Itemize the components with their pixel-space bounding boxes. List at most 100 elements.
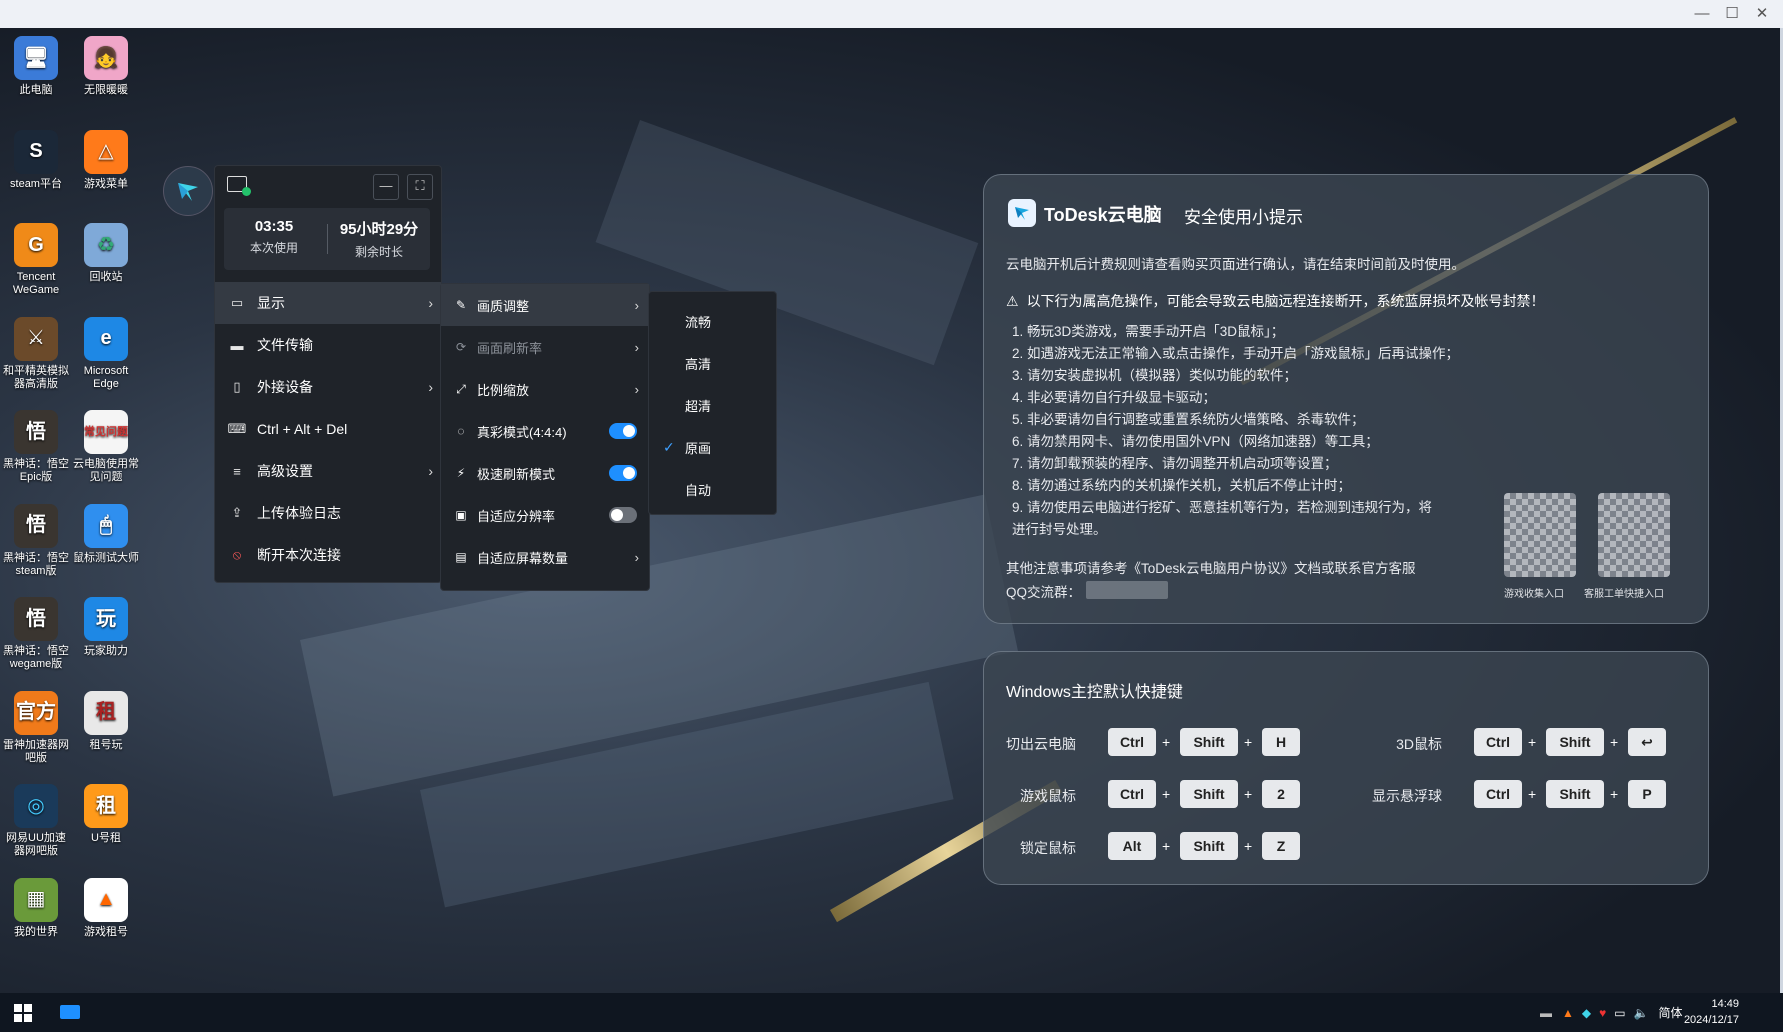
quality-option[interactable]: 自动	[649, 468, 776, 510]
chevron-right-icon: ›	[428, 379, 433, 395]
desktop-icon[interactable]: ◎ 网易UU加速器网吧版	[1, 784, 71, 858]
quality-submenu: 流畅 高清 超清 ✓ 原画 自动	[648, 291, 777, 515]
window-close-button[interactable]: ✕	[1749, 4, 1775, 24]
tray-shield-icon[interactable]: ♥	[1599, 1006, 1606, 1020]
display-submenu-label: 画面刷新率	[477, 340, 543, 356]
panel-minimize-button[interactable]: —	[373, 174, 399, 200]
display-submenu-label: 极速刷新模式	[477, 466, 556, 482]
plus-sign: +	[1610, 786, 1619, 802]
desktop-icon-image: 悟	[14, 503, 58, 548]
qr-label-game-collect: 游戏收集入口	[1504, 589, 1564, 600]
tray-drive-icon[interactable]: ▬	[1540, 1006, 1552, 1020]
panel-menu-label: Ctrl + Alt + Del	[257, 421, 348, 437]
plus-sign: +	[1610, 734, 1619, 750]
desktop-icon-label: 此电脑	[19, 84, 53, 96]
desktop-icon[interactable]: △ 游戏菜单	[71, 129, 141, 191]
taskbar-clock[interactable]: 14:49 2024/12/17	[1684, 996, 1739, 1028]
desktop-icon[interactable]: 🖥 此电脑	[1, 36, 71, 97]
desktop-icon[interactable]: 玩玩家助力	[71, 597, 141, 658]
desktop-icon-image: ◎	[14, 784, 58, 828]
desktop-icon[interactable]: 👧 无限暖暖	[71, 36, 141, 97]
desktop-icon-image: ▲	[84, 877, 128, 922]
window-minimize-button[interactable]: —	[1689, 4, 1715, 24]
start-button[interactable]	[14, 1004, 32, 1022]
tips-rule: 进行封号处理。	[1012, 522, 1107, 537]
desktop-icon[interactable]: 悟黑神话：悟空 steam版	[1, 503, 71, 578]
plus-sign: +	[1162, 838, 1171, 854]
shortcut-label: 锁定鼠标	[1020, 840, 1076, 856]
desktop-icon-label: 无限暖暖	[84, 84, 128, 96]
quality-option[interactable]: 超清	[649, 384, 776, 426]
panel-menu-item[interactable]: ▬ 文件传输	[215, 324, 441, 366]
tray-volume-icon[interactable]: 🔈	[1634, 1006, 1649, 1020]
display-submenu-item[interactable]: ⟳ 画面刷新率 ›	[441, 326, 649, 368]
desktop-icon[interactable]: e Microsoft Edge	[71, 316, 141, 391]
display-submenu-item[interactable]: ⤢ 比例缩放 ›	[441, 368, 649, 410]
tray-language[interactable]: 简体	[1659, 1004, 1683, 1021]
qr-code-service-ticket[interactable]	[1598, 493, 1670, 577]
quality-option[interactable]: ✓ 原画	[649, 426, 776, 468]
desktop-icon[interactable]: 常见问题 云电脑使用常见问题	[71, 410, 141, 484]
plus-sign: +	[1162, 786, 1171, 802]
panel-menu-item[interactable]: ▭ 显示 ›	[215, 282, 441, 324]
display-submenu-item[interactable]: ◌ 真彩模式(4:4:4)	[441, 410, 649, 452]
quality-option[interactable]: 流畅	[649, 300, 776, 342]
desktop-icon-image: 常见问题	[84, 410, 128, 454]
desktop-icon[interactable]: ▲ 游戏租号	[71, 877, 141, 939]
desktop-icon-image: G	[14, 223, 58, 267]
toggle-switch[interactable]	[609, 465, 637, 481]
display-submenu-icon: ⟳	[455, 340, 467, 354]
qr-code-game-collect[interactable]	[1504, 493, 1576, 577]
window-title-bar: — ☐ ✕	[0, 0, 1783, 28]
toggle-switch[interactable]	[609, 423, 637, 439]
display-submenu-item[interactable]: ▤ 自适应屏幕数量 ›	[441, 536, 649, 578]
tips-rule: 3. 请勿安装虚拟机（模拟器）类似功能的软件；	[1012, 368, 1298, 383]
chevron-right-icon: ›	[634, 549, 639, 565]
quality-option[interactable]: 高清	[649, 342, 776, 384]
desktop-icon[interactable]: 官方 雷神加速器网吧版	[1, 690, 71, 765]
tips-rule: 9. 请勿使用云电脑进行挖矿、恶意挂机等行为，若检测到违规行为，将	[1012, 500, 1433, 515]
desktop-icon[interactable]: G Tencent WeGame	[1, 223, 71, 297]
display-submenu-item[interactable]: ▣ 自适应分辨率	[441, 494, 649, 536]
desktop-icon[interactable]: 悟黑神话：悟空 Epic版	[1, 410, 71, 484]
panel-menu-item[interactable]: ▯ 外接设备 ›	[215, 366, 441, 408]
chevron-right-icon: ›	[634, 297, 639, 313]
shortcut-label: 切出云电脑	[1006, 736, 1076, 752]
panel-menu-label: 外接设备	[257, 379, 313, 395]
panel-menu-item[interactable]: ⇪ 上传体验日志	[215, 492, 441, 534]
shortcuts-card: Windows主控默认快捷键 切出云电脑 Ctrl + Shift + H 游戏鼠标 Ctrl…	[983, 651, 1709, 885]
toggle-knob	[611, 509, 623, 521]
desktop-icon-image: 悟	[14, 597, 58, 641]
floating-ball[interactable]	[163, 166, 213, 216]
desktop-icon[interactable]: 悟黑神话：悟空 wegame版	[1, 597, 71, 671]
plus-sign: +	[1244, 786, 1253, 802]
desktop-icon[interactable]: 🖱 鼠标测试大师	[71, 503, 141, 565]
display-submenu-icon: ▣	[455, 508, 467, 522]
panel-fullscreen-button[interactable]: ⛶	[407, 174, 433, 200]
desktop-icon[interactable]: ♻ 回收站	[71, 223, 141, 284]
chevron-right-icon: ›	[634, 339, 639, 355]
toggle-switch[interactable]	[609, 507, 637, 523]
desktop-icon[interactable]: 租 U号租	[71, 784, 141, 845]
desktop-icon[interactable]: ⚔ 和平精英模拟器高清版	[1, 316, 71, 391]
display-submenu-item[interactable]: ✎ 画质调整 ›	[441, 284, 649, 326]
display-submenu-item[interactable]: ⚡ 极速刷新模式	[441, 452, 649, 494]
taskbar-app-icon[interactable]	[60, 1005, 80, 1019]
todesk-logo-icon	[178, 183, 198, 201]
window-maximize-button[interactable]: ☐	[1719, 4, 1745, 24]
desktop-icon-label: U号租	[91, 832, 121, 844]
desktop-icon[interactable]: ▦ 我的世界	[1, 877, 71, 939]
desktop-icon-label: 我的世界	[14, 925, 58, 938]
tray-network-icon[interactable]: ▭	[1614, 1006, 1625, 1020]
panel-menu-item[interactable]: ≡ 高级设置 ›	[215, 450, 441, 492]
tray-game-icon[interactable]: ▲	[1562, 1006, 1574, 1020]
panel-menu-item[interactable]: ⦸ 断开本次连接	[215, 534, 441, 576]
desktop-icon[interactable]: Ssteam平台	[1, 129, 71, 191]
tray-todesk-icon[interactable]: ◆	[1582, 1006, 1591, 1020]
display-submenu-label: 自适应分辨率	[477, 508, 556, 524]
panel-menu-item[interactable]: ⌨ Ctrl + Alt + Del	[215, 408, 441, 450]
shortcut-label: 3D鼠标	[1396, 736, 1442, 752]
tips-rule: 6. 请勿禁用网卡、请勿使用国外VPN（网络加速器）等工具；	[1012, 434, 1379, 449]
desktop-icon[interactable]: 租租号玩	[71, 690, 141, 752]
remaining-time: 95小时29分	[339, 221, 419, 238]
